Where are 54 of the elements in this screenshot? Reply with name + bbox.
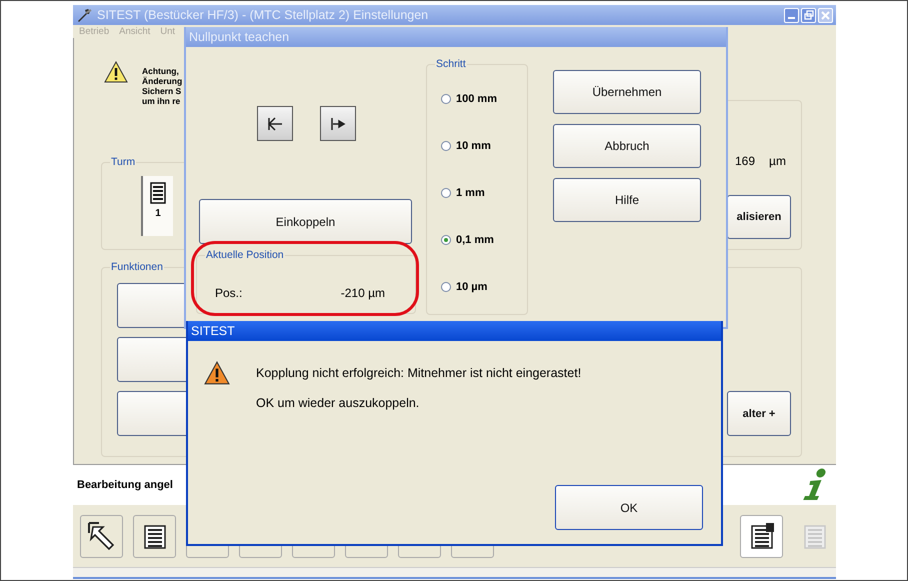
- list-icon: [748, 522, 774, 550]
- arrow-icon: [86, 521, 116, 551]
- toolbar-button[interactable]: [133, 514, 176, 558]
- reading-unit: µm: [769, 154, 786, 168]
- warning-text: Änderung: [142, 76, 182, 86]
- status-text: Bearbeitung angel: [77, 479, 173, 491]
- action-button[interactable]: alisieren: [727, 195, 791, 239]
- dialog-button[interactable]: Abbruch: [553, 124, 701, 168]
- wrench-icon: [76, 8, 93, 22]
- radio-option[interactable]: 1 mm: [427, 184, 527, 202]
- ok-button[interactable]: OK: [555, 485, 703, 530]
- warning-text: Achtung,: [142, 66, 180, 76]
- close-icon: [819, 8, 832, 22]
- window-title: Nullpunkt teachen: [189, 30, 290, 44]
- couple-button[interactable]: Einkoppeln: [199, 199, 412, 244]
- radio-option[interactable]: 10 mm: [427, 137, 527, 155]
- group-label: Turm: [110, 156, 136, 168]
- radio-button[interactable]: [441, 141, 451, 151]
- stack-icon: [150, 182, 166, 204]
- reading-value: 169: [735, 154, 756, 168]
- warning-icon: [104, 61, 128, 83]
- restore-icon: [802, 8, 815, 22]
- action-button[interactable]: alter +: [727, 391, 791, 436]
- radio-option[interactable]: 100 mm: [427, 90, 527, 108]
- step-right-button[interactable]: [320, 106, 356, 141]
- minimize-icon: [788, 16, 795, 18]
- tower-number: 1: [155, 208, 161, 219]
- field-label: Pos.:: [215, 286, 242, 300]
- window-title: SITEST (Bestücker HF/3) - (MTC Stellplatz 2) Einstellungen: [97, 8, 430, 22]
- left-arrow-icon: [266, 114, 284, 132]
- warning-text: um ihn re: [142, 96, 182, 106]
- warning-icon: [204, 360, 230, 386]
- message-text: OK um wieder auszukoppeln.: [256, 396, 420, 410]
- radio-option[interactable]: 10 µm: [427, 278, 527, 296]
- list-icon: [142, 522, 168, 550]
- warning-text: Sichern S: [142, 86, 182, 96]
- step-left-button[interactable]: [256, 106, 292, 141]
- toolbar-button[interactable]: [740, 514, 783, 558]
- list-icon: [802, 522, 828, 550]
- radio-button[interactable]: [441, 235, 451, 245]
- radio-option[interactable]: 0,1 mm: [427, 231, 527, 249]
- tower-tile[interactable]: 1: [141, 176, 173, 236]
- position-value: -210 µm: [340, 286, 385, 300]
- radio-button[interactable]: [441, 94, 451, 104]
- dialog-button[interactable]: Hilfe: [553, 178, 701, 222]
- message-text: Kopplung nicht erfolgreich: Mitnehmer ist nicht eingerastet!: [256, 366, 582, 380]
- toolbar-button[interactable]: [80, 514, 123, 558]
- window-title: SITEST: [191, 324, 236, 338]
- group-label: Funktionen: [110, 261, 164, 273]
- dialog-button[interactable]: Übernehmen: [553, 70, 701, 114]
- group-label: Aktuelle Position: [205, 249, 285, 261]
- group-label: Schritt: [435, 58, 467, 70]
- radio-button[interactable]: [441, 282, 451, 292]
- radio-button[interactable]: [441, 188, 451, 198]
